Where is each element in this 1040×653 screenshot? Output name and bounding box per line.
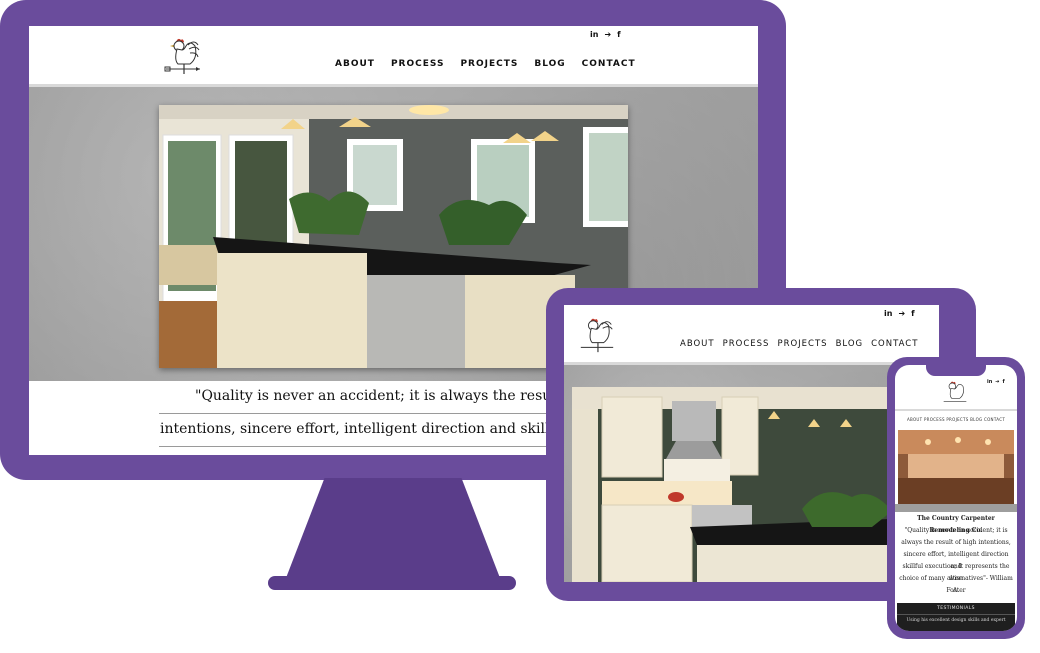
testimonials-section: TESTIMONIALS Using his excellent design … [897, 603, 1015, 631]
header-divider [895, 409, 1017, 411]
white-kitchen-photo [572, 387, 939, 582]
linkedin-icon[interactable]: in [987, 379, 992, 385]
testimonials-divider [897, 614, 1015, 615]
quote-line-1: "Quality is never an accident; it is [904, 527, 1008, 534]
monitor-stand-base [268, 576, 516, 590]
quote-line-1: "Quality is never an accident; it is alw… [195, 388, 562, 404]
testimonials-heading: TESTIMONIALS [937, 606, 975, 611]
nav-contact[interactable]: CONTACT [871, 339, 918, 349]
rooster-logo-icon[interactable] [162, 36, 204, 76]
social-links: in ➔ f [987, 379, 1005, 385]
nav-process[interactable]: PROCESS [391, 59, 445, 69]
linkedin-icon[interactable]: in [590, 30, 598, 39]
facebook-icon[interactable]: f [617, 30, 620, 39]
twitter-icon[interactable]: ➔ [604, 30, 611, 39]
phone-device: in ➔ f ABOUT PROCESS PROJECTS BLOG CONTA… [887, 357, 1025, 639]
social-links: in ➔ f [590, 30, 621, 39]
hero-background [895, 504, 1017, 512]
nav-blog[interactable]: BLOG [534, 59, 565, 69]
nav-projects[interactable]: PROJECTS [460, 59, 518, 69]
nav-contact[interactable]: CONTACT [582, 59, 636, 69]
quote-line-6: Foster [946, 587, 966, 594]
main-nav: ABOUT PROCESS PROJECTS BLOG CONTACT [335, 59, 636, 69]
nav-about[interactable]: ABOUT [335, 59, 375, 69]
nav-projects[interactable]: PROJECTS [777, 339, 827, 349]
rooster-logo-icon[interactable] [577, 315, 617, 355]
phone-hero-photo [898, 430, 1014, 504]
phone-notch [926, 365, 986, 376]
tablet-header: in ➔ f ABOUT PROCESS PROJECTS BLOG CONTA… [564, 305, 939, 365]
facebook-icon[interactable]: f [1002, 379, 1004, 385]
tablet-nav: ABOUT PROCESS PROJECTS BLOG CONTACT [680, 339, 918, 349]
rooster-logo-icon[interactable] [941, 379, 969, 407]
twitter-icon[interactable]: ➔ [898, 309, 905, 318]
phone-nav[interactable]: ABOUT PROCESS PROJECTS BLOG CONTACT [895, 417, 1017, 422]
social-links: in ➔ f [884, 309, 915, 318]
site-header: in ➔ f ABOUT PROCESS PROJECTS BLOG CONTA… [29, 26, 758, 87]
monitor-stand-neck [286, 478, 500, 578]
testimonial-teaser: Using his excellent design skills and ex… [906, 618, 1006, 623]
nav-blog[interactable]: BLOG [836, 339, 864, 349]
phone-screen: in ➔ f ABOUT PROCESS PROJECTS BLOG CONTA… [895, 365, 1017, 631]
twitter-icon[interactable]: ➔ [995, 379, 999, 385]
nav-about[interactable]: ABOUT [680, 339, 715, 349]
nav-process[interactable]: PROCESS [723, 339, 770, 349]
quote-line-2: intentions, sincere effort, intelligent … [160, 421, 564, 437]
linkedin-icon[interactable]: in [884, 309, 892, 318]
tablet-screen: in ➔ f ABOUT PROCESS PROJECTS BLOG CONTA… [564, 305, 939, 582]
quote-line-2: always the result of high intentions, [901, 539, 1011, 546]
facebook-icon[interactable]: f [911, 309, 914, 318]
